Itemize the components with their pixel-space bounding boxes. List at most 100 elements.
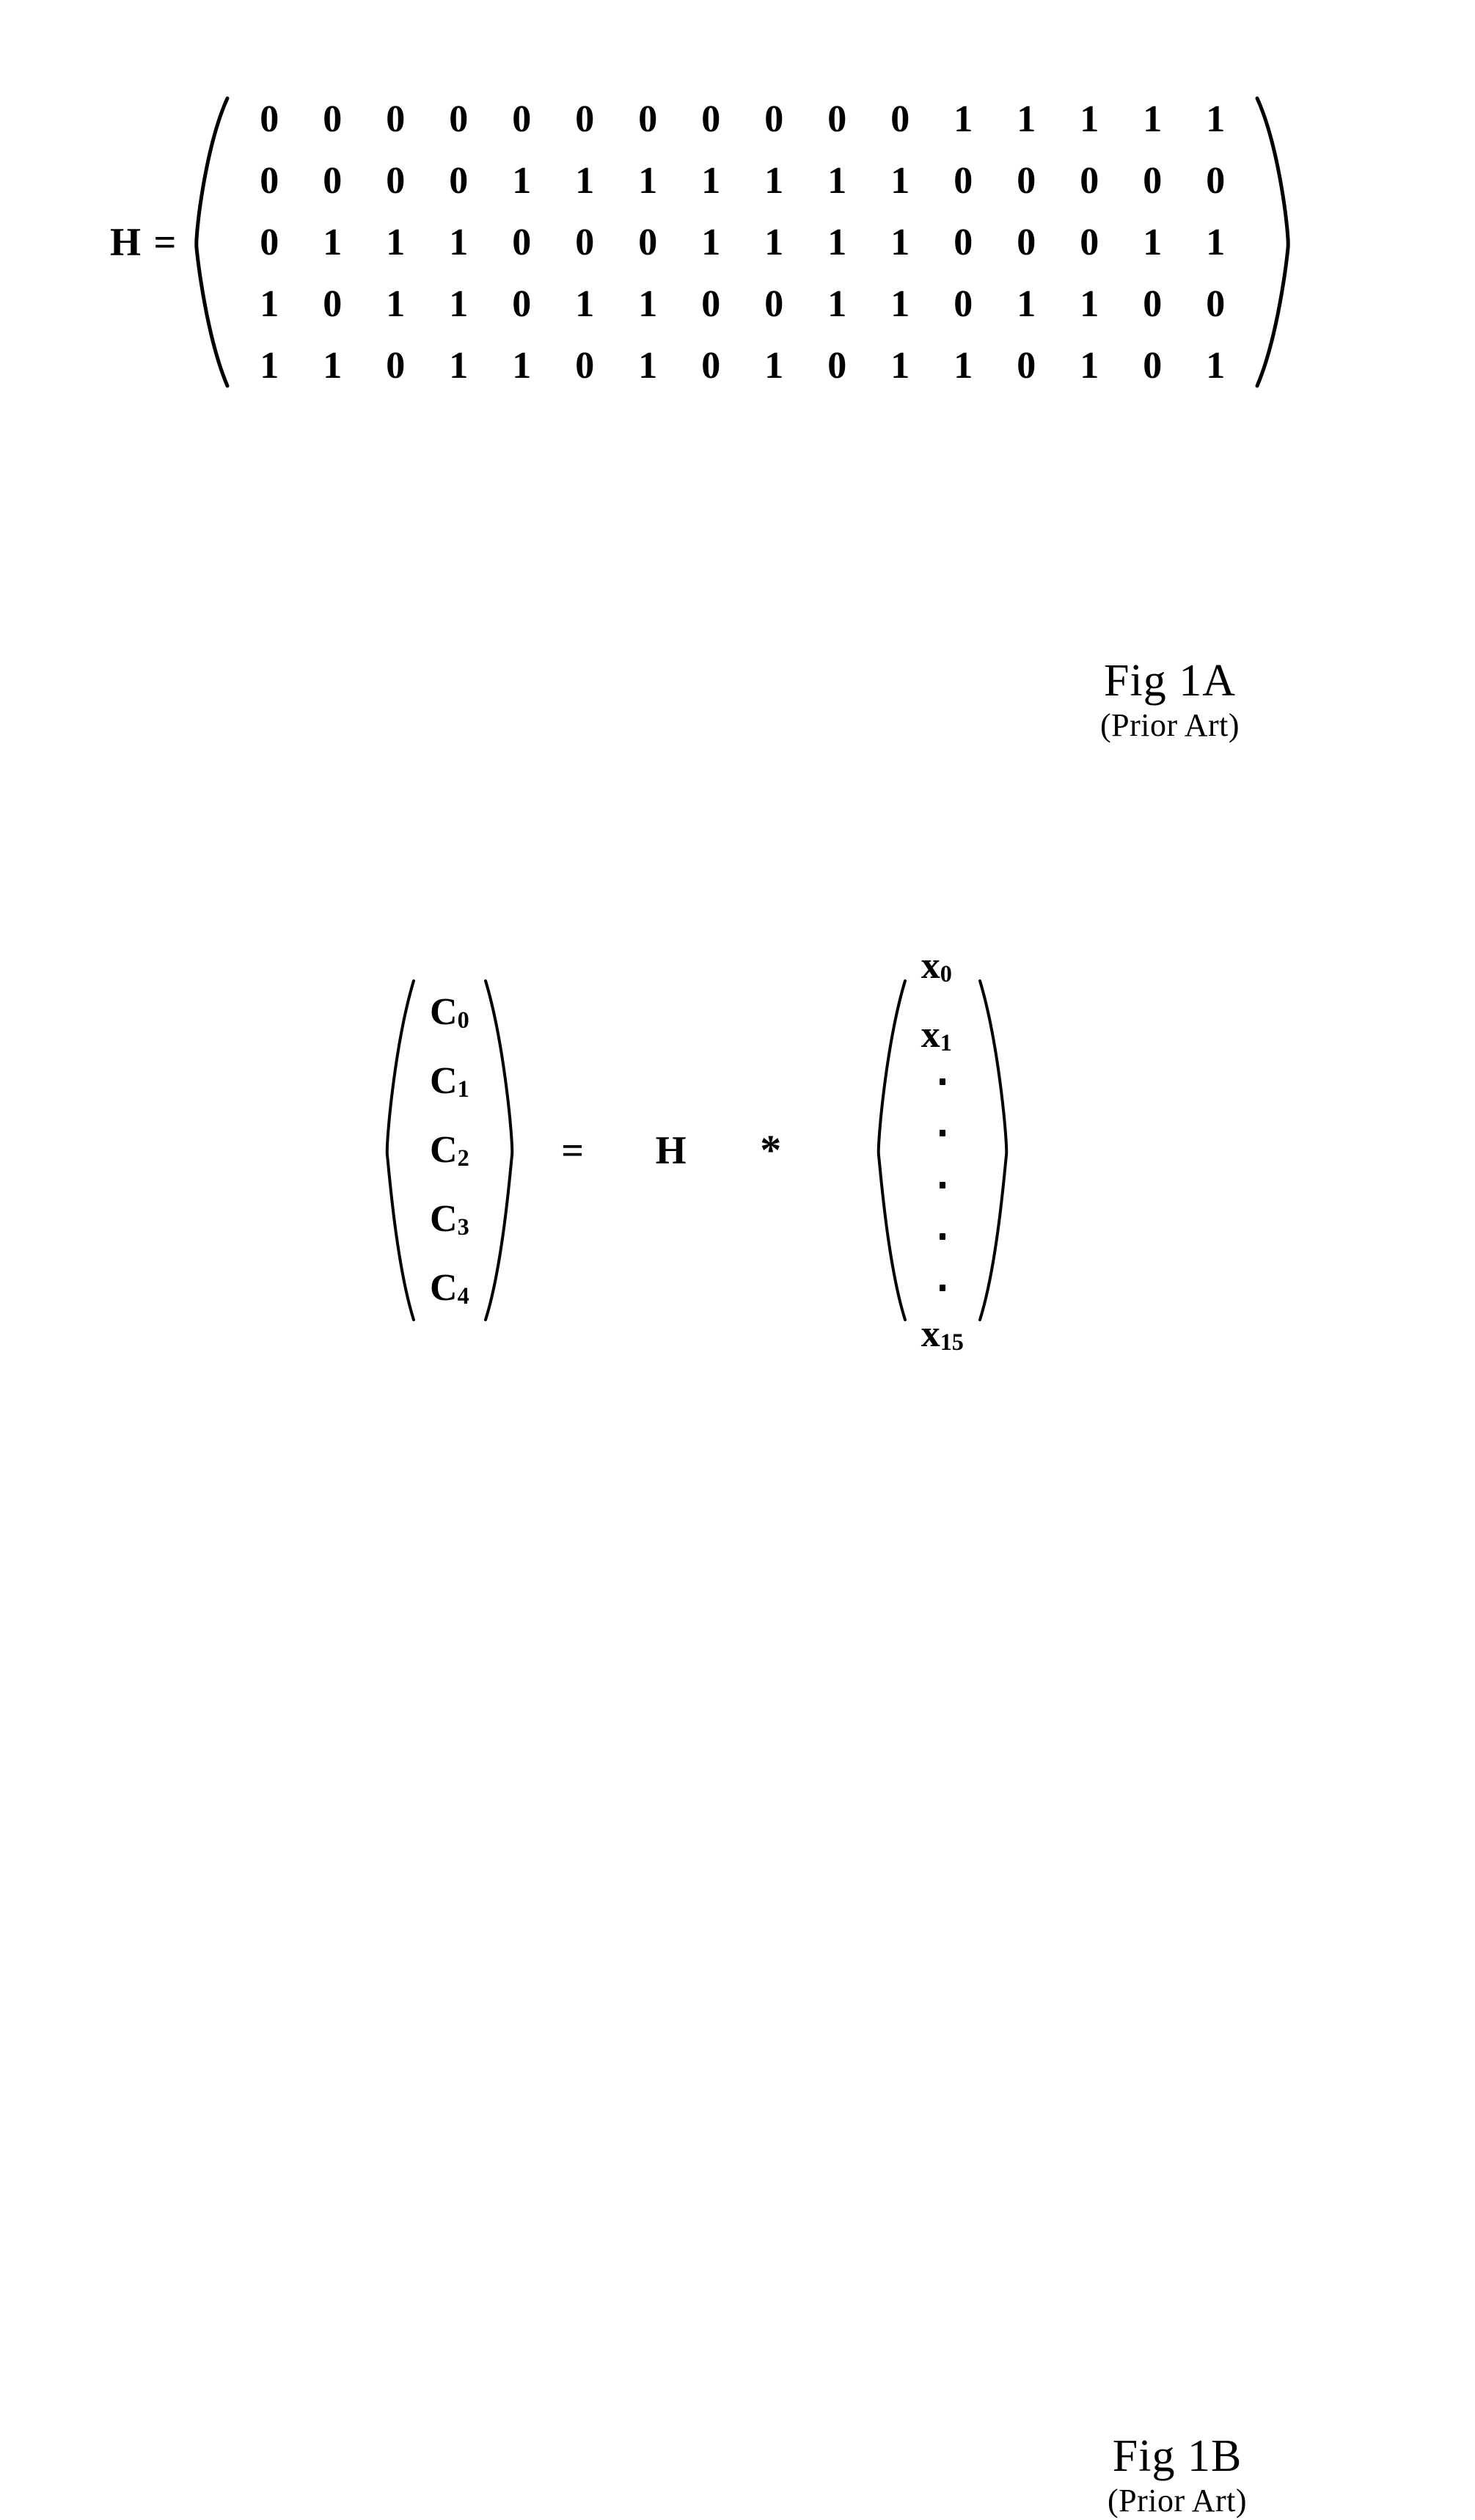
matrix-cell: 0 <box>638 221 658 263</box>
matrix-cell: 1 <box>954 344 973 387</box>
left-vector-items: C0 C1 C2 C3 C4 <box>420 978 480 1323</box>
ellipsis-dot <box>939 1130 945 1137</box>
matrix-cell: 0 <box>449 98 469 140</box>
matrix-cell: 1 <box>638 159 658 202</box>
vector-item: C4 <box>430 1254 469 1323</box>
matrix-cell: 0 <box>827 98 847 140</box>
matrix-cell: 0 <box>1143 282 1163 325</box>
matrix-cell: 1 <box>638 282 658 325</box>
matrix-cell: 0 <box>323 159 343 202</box>
matrix-row: 0 1 1 1 0 0 0 1 1 1 1 0 0 0 1 1 <box>238 211 1247 273</box>
matrix-grid: 0 0 0 0 0 0 0 0 0 0 0 1 1 1 1 1 0 0 0 0 … <box>233 88 1251 396</box>
matrix-cell: 0 <box>701 98 721 140</box>
matrix-row: 0 0 0 0 0 0 0 0 0 0 0 1 1 1 1 1 <box>238 88 1247 150</box>
matrix-cell: 1 <box>764 221 784 263</box>
matrix-row: 0 0 0 0 1 1 1 1 1 1 1 0 0 0 0 0 <box>238 150 1247 211</box>
matrix-cell: 1 <box>890 282 910 325</box>
matrix-equation-h: H = 0 0 0 0 0 0 0 0 0 0 0 1 1 1 1 1 0 0 … <box>110 88 1295 396</box>
figure-1b: C0 C1 C2 C3 C4 = H * x 0 x 1 x 15 Fig 1B… <box>0 932 1475 2519</box>
matrix-cell: 1 <box>764 159 784 202</box>
figure-1a-caption-subtitle: (Prior Art) <box>1100 706 1240 743</box>
left-paren-icon <box>194 96 230 388</box>
matrix-cell: 1 <box>954 98 973 140</box>
vector-item-base: x <box>920 945 940 987</box>
vertical-ellipsis <box>921 1070 964 1300</box>
matrix-cell: 0 <box>260 221 279 263</box>
matrix-cell: 0 <box>1017 221 1036 263</box>
vector-item-subscript: 4 <box>457 1282 469 1309</box>
matrix-cell: 1 <box>260 344 279 387</box>
matrix-label-h: H = <box>110 220 178 264</box>
right-vector-items: x0 x1 x 15 <box>911 932 974 1369</box>
matrix-cell: 1 <box>1080 344 1099 387</box>
matrix-cell: 1 <box>890 221 910 263</box>
matrix-row: 1 0 1 1 0 1 1 0 0 1 1 0 1 1 0 0 <box>238 273 1247 335</box>
vector-item: x0 <box>921 932 964 1001</box>
matrix-cell: 0 <box>1206 282 1226 325</box>
matrix-cell: 0 <box>512 221 532 263</box>
figure-1a-caption: Fig 1A (Prior Art) <box>1100 657 1240 745</box>
vector-item-base: C <box>430 1129 458 1171</box>
matrix-cell: 1 <box>1206 221 1226 263</box>
left-column-vector-c: C0 C1 C2 C3 C4 <box>381 978 518 1323</box>
vector-item: C3 <box>430 1185 469 1254</box>
matrix-cell: 0 <box>954 221 973 263</box>
ellipsis-dot <box>939 1232 945 1240</box>
right-column-vector-x: x0 x1 x 15 <box>873 932 1012 1369</box>
matrix-cell: 1 <box>890 344 910 387</box>
matrix-cell: 1 <box>764 344 784 387</box>
matrix-cell: 0 <box>954 282 973 325</box>
matrix-cell: 1 <box>1206 344 1226 387</box>
vector-item-subscript: 15 <box>940 1328 964 1355</box>
vector-item-base: C <box>430 1267 458 1309</box>
matrix-cell: 0 <box>575 344 595 387</box>
right-paren-icon <box>1255 96 1290 388</box>
matrix-cell: 1 <box>1143 221 1163 263</box>
vector-item-base: x <box>920 1014 940 1056</box>
matrix-cell: 1 <box>701 221 721 263</box>
matrix-cell: 1 <box>512 159 532 202</box>
matrix-cell: 1 <box>890 159 910 202</box>
matrix-cell: 0 <box>1080 221 1099 263</box>
matrix-cell: 0 <box>1143 344 1163 387</box>
matrix-cell: 1 <box>1080 282 1099 325</box>
matrix-cell: 0 <box>1080 159 1099 202</box>
matrix-cell: 0 <box>386 159 406 202</box>
vector-item-base: C <box>430 1060 458 1102</box>
matrix-cell: 0 <box>1143 159 1163 202</box>
matrix-cell: 0 <box>954 159 973 202</box>
matrix-cell: 1 <box>386 221 406 263</box>
vector-item-subscript: 2 <box>457 1144 469 1171</box>
matrix-cell: 0 <box>575 221 595 263</box>
matrix-cell: 1 <box>512 344 532 387</box>
matrix-cell: 1 <box>638 344 658 387</box>
matrix-cell: 0 <box>764 98 784 140</box>
matrix-cell: 1 <box>386 282 406 325</box>
matrix-cell: 0 <box>1206 159 1226 202</box>
vector-item-subscript: 1 <box>940 1029 952 1056</box>
figure-1b-caption-subtitle: (Prior Art) <box>1108 2482 1248 2519</box>
figure-1a: H = 0 0 0 0 0 0 0 0 0 0 0 1 1 1 1 1 0 0 … <box>0 0 1475 770</box>
matrix-cell: 0 <box>512 98 532 140</box>
matrix-cell: 1 <box>701 159 721 202</box>
matrix-cell: 0 <box>701 282 721 325</box>
vector-item-base: x <box>920 1313 940 1355</box>
matrix-cell: 1 <box>1017 98 1036 140</box>
matrix-cell: 1 <box>575 282 595 325</box>
figure-1b-caption: Fig 1B (Prior Art) <box>1108 2432 1247 2520</box>
matrix-row: 1 1 0 1 1 0 1 0 1 0 1 1 0 1 0 1 <box>238 335 1247 396</box>
matrix-cell: 1 <box>449 221 469 263</box>
vector-item: x 15 <box>921 1300 964 1369</box>
matrix-cell: 0 <box>827 344 847 387</box>
matrix-cell: 1 <box>449 344 469 387</box>
left-paren-icon <box>876 979 907 1321</box>
figure-1b-caption-title: Fig 1B <box>1112 2431 1242 2481</box>
matrix-h-symbol: H <box>655 1128 688 1172</box>
matrix-cell: 0 <box>323 282 343 325</box>
matrix-cell: 1 <box>1080 98 1099 140</box>
matrix-cell: 0 <box>260 98 279 140</box>
matrix-cell: 1 <box>827 221 847 263</box>
matrix-cell: 0 <box>638 98 658 140</box>
vector-equation: C0 C1 C2 C3 C4 = H * x 0 x 1 x 15 <box>381 932 1012 1369</box>
vector-item: C0 <box>430 978 469 1047</box>
